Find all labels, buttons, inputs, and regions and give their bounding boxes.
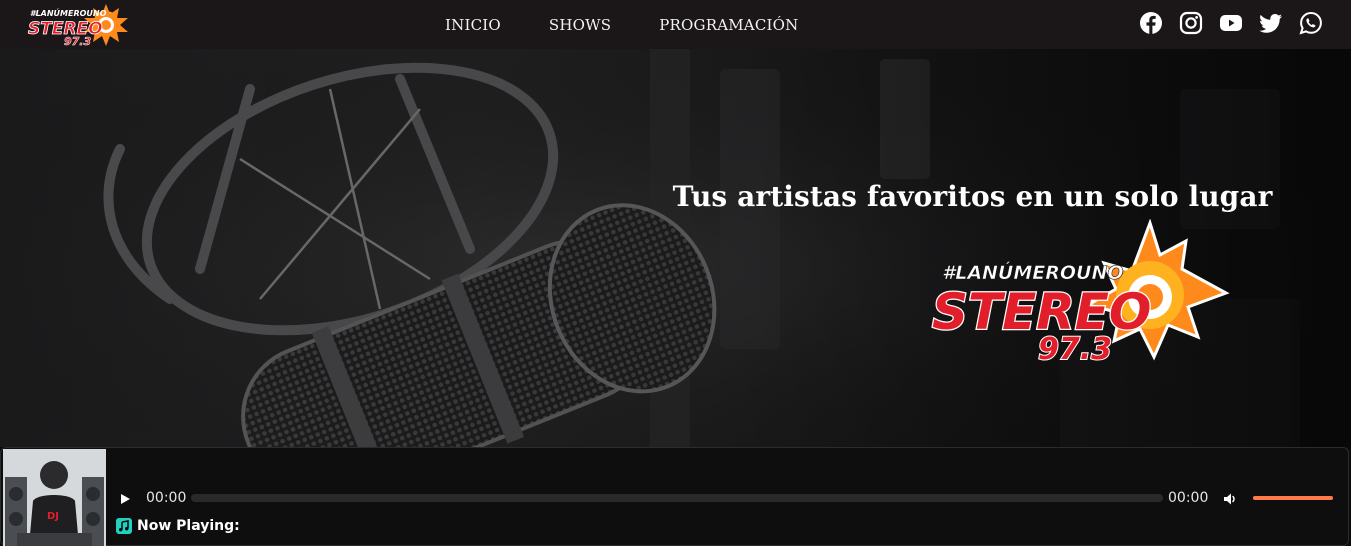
player-controls: 00:00 00:00 (116, 488, 1336, 510)
main-nav: INICIO SHOWS PROGRAMACIÓN (445, 0, 798, 49)
logo-frequency: 97.3 (64, 35, 91, 48)
hero-headline: Tus artistas favoritos en un solo lugar (672, 180, 1273, 213)
nav-link-programacion[interactable]: PROGRAMACIÓN (659, 16, 798, 34)
volume-slider[interactable] (1253, 496, 1333, 500)
logo-hashtag: #LANÚMEROUNO (30, 7, 107, 18)
instagram-icon[interactable] (1179, 11, 1203, 35)
album-cover-text: DJ (47, 511, 59, 522)
top-navigation-bar: #LANÚMEROUNO STEREO 97.3 INICIO SHOWS PR… (0, 0, 1351, 49)
whatsapp-icon[interactable] (1299, 11, 1323, 35)
now-playing: Now Playing: (116, 518, 240, 534)
seek-bar[interactable] (191, 494, 1163, 502)
station-logo[interactable]: #LANÚMEROUNO STEREO 97.3 (26, 2, 130, 48)
nav-link-shows[interactable]: SHOWS (549, 16, 611, 34)
audio-player: DJ 00:00 00:00 Now Playing: (0, 447, 1349, 546)
volume-slider-fill (1253, 496, 1333, 500)
twitter-icon[interactable] (1259, 11, 1283, 35)
now-playing-label: Now Playing: (137, 518, 240, 534)
current-time: 00:00 (146, 490, 187, 506)
youtube-icon[interactable] (1219, 11, 1243, 35)
duration-time: 00:00 (1168, 490, 1209, 506)
nav-link-inicio[interactable]: INICIO (445, 16, 501, 34)
social-links (1139, 11, 1323, 35)
hero-logo-frequency: 97.3 (1038, 332, 1112, 364)
hero-banner: Tus artistas favoritos en un solo lugar … (0, 49, 1351, 447)
hero-station-logo: #LANÚMEROUNO STEREO 97.3 (931, 219, 1230, 364)
hero-logo-hashtag: #LANÚMEROUNO (942, 260, 1124, 284)
play-icon[interactable] (116, 490, 134, 508)
album-cover-image: DJ (3, 449, 106, 546)
music-note-icon (116, 518, 132, 534)
volume-icon[interactable] (1222, 491, 1238, 507)
facebook-icon[interactable] (1139, 11, 1163, 35)
